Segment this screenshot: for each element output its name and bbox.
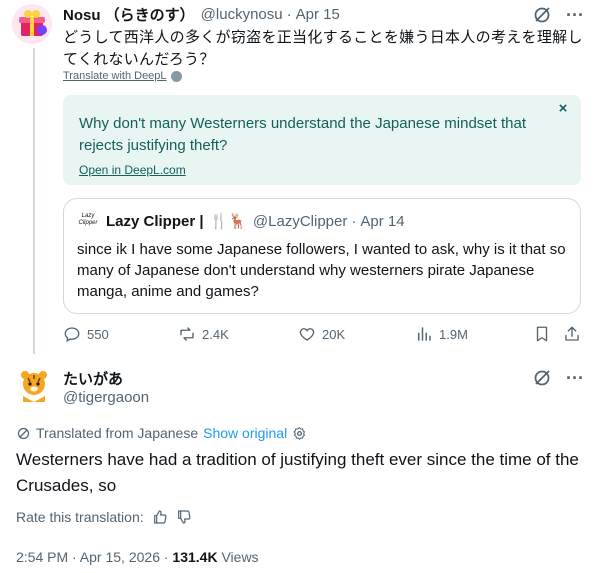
bookmark-button[interactable]	[533, 325, 551, 343]
tweet-action-bar: 550 2.4K 20K 1.9M	[63, 325, 585, 347]
quoted-tweet-date[interactable]: Apr 14	[360, 213, 404, 230]
show-original-link[interactable]: Show original	[203, 425, 287, 441]
deepl-icon	[170, 70, 182, 82]
share-icon	[565, 326, 579, 341]
tweet-text: どうして西洋人の多くが窃盗を正当化することを嫌う日本人の考えを理解してくれないん…	[63, 28, 583, 68]
quoted-tweet-header: Lazy Clipper | 🍴🦌 @LazyClipper · Apr 14	[106, 212, 405, 231]
translate-with-deepl-link[interactable]: Translate with DeepL	[63, 70, 182, 82]
tiger-avatar-image	[14, 366, 54, 406]
author-handle[interactable]: @luckynosu	[201, 6, 283, 23]
quoted-tweet-text: since ik I have some Japanese followers,…	[77, 241, 566, 300]
views-icon	[418, 327, 431, 341]
reply-views-count: 131.4K	[172, 549, 218, 565]
translate-link-label: Translate with DeepL	[63, 70, 167, 82]
quoted-header-separator: ·	[351, 212, 357, 230]
translated-from-label: Translated from Japanese	[36, 425, 199, 441]
quoted-author-handle[interactable]: @LazyClipper	[253, 213, 347, 230]
more-icon[interactable]: ···	[566, 369, 584, 387]
more-icon[interactable]: ···	[566, 6, 584, 24]
views-button[interactable]: 1.9M	[415, 325, 468, 343]
rate-translation-row: Rate this translation:	[16, 509, 192, 525]
thumbs-up-icon[interactable]	[152, 509, 168, 525]
reply-count: 550	[87, 326, 109, 342]
reply-author-avatar[interactable]	[14, 366, 54, 406]
close-icon[interactable]: ×	[555, 101, 571, 117]
grok-icon[interactable]	[532, 5, 552, 25]
gift-avatar-image	[12, 4, 52, 44]
translate-icon	[17, 427, 30, 439]
like-button[interactable]: 20K	[298, 325, 345, 343]
thumbs-down-icon[interactable]	[176, 509, 192, 525]
views-count: 1.9M	[439, 326, 468, 342]
translation-notice: Translated from Japanese Show original	[16, 425, 307, 441]
author-name[interactable]: Nosu （らきのす）	[63, 4, 195, 25]
settings-icon[interactable]	[292, 426, 307, 441]
repost-count: 2.4K	[202, 326, 229, 342]
share-button[interactable]	[563, 325, 581, 343]
reply-icon	[64, 327, 80, 343]
tweet-header: Nosu （らきのす） @luckynosu · Apr 15	[63, 4, 340, 24]
reply-author-name[interactable]: たいがあ	[63, 368, 123, 389]
like-icon	[299, 328, 315, 341]
tweet-top-actions: ···	[532, 5, 584, 25]
reply-views-label: Views	[221, 549, 259, 565]
reply-top-actions: ···	[532, 368, 584, 388]
open-in-deepl-link[interactable]: Open in DeepL.com	[79, 163, 186, 177]
quoted-author-avatar[interactable]: Lazy Clipper	[76, 213, 100, 235]
quoted-tweet[interactable]: Lazy Clipper Lazy Clipper | 🍴🦌 @LazyClip…	[63, 198, 581, 314]
quoted-author-emojis: 🍴🦌	[209, 213, 247, 230]
quoted-author-name[interactable]: Lazy Clipper |	[106, 213, 204, 230]
thread-connector-line	[33, 48, 35, 354]
tweet-date[interactable]: Apr 15	[296, 6, 340, 23]
deepl-translation-box: Why don't many Westerners understand the…	[63, 95, 581, 185]
repost-button[interactable]: 2.4K	[178, 325, 229, 343]
grok-icon[interactable]	[532, 368, 552, 388]
reply-button[interactable]: 550	[63, 325, 109, 343]
reply-timestamp[interactable]: 2:54 PM · Apr 15, 2026 ·	[16, 549, 169, 565]
header-separator: ·	[286, 5, 292, 23]
tweet-metadata: 2:54 PM · Apr 15, 2026 · 131.4K Views	[16, 549, 259, 565]
bookmark-icon	[536, 326, 548, 342]
repost-icon	[180, 327, 194, 341]
rate-translation-label: Rate this translation:	[16, 509, 144, 525]
reply-tweet-text: Westerners have had a tradition of justi…	[16, 450, 579, 495]
deepl-translation-text: Why don't many Westerners understand the…	[79, 115, 526, 154]
reply-author-handle[interactable]: @tigergaoon	[63, 389, 149, 406]
like-count: 20K	[322, 326, 346, 342]
author-avatar[interactable]	[12, 4, 52, 44]
